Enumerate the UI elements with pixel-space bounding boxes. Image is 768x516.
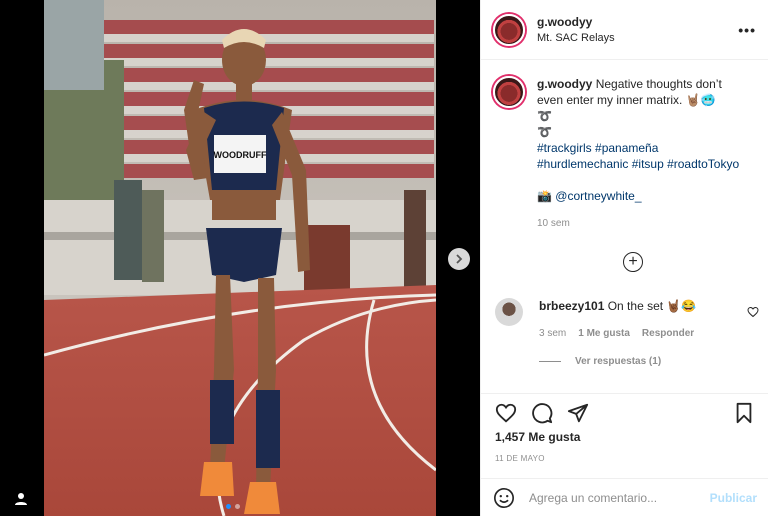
likes-count[interactable]: 1,457 Me gusta [495, 430, 580, 444]
caption-body: g.woodyy Negative thoughts don’t even en… [537, 76, 757, 232]
instagram-post-view: WOODRUFF g.woodyy Mt. SAC Relays ••• g.w… [0, 0, 768, 516]
heart-icon[interactable] [747, 306, 759, 318]
commenter-avatar[interactable] [495, 298, 523, 326]
post-panel: g.woodyy Mt. SAC Relays ••• g.woodyy Neg… [480, 0, 768, 516]
caption-hashtags[interactable]: #trackgirls #panameña [537, 140, 757, 156]
emoji-icon[interactable] [493, 487, 515, 509]
chevron-right-icon [456, 254, 463, 264]
post-location[interactable]: Mt. SAC Relays [537, 32, 738, 44]
comment-item: brbeezy101 On the set 🤘🏾😂 3 sem 1 Me gus… [495, 298, 759, 342]
comment-text: On the set 🤘🏾😂 [607, 299, 697, 313]
carousel-dots [226, 504, 240, 509]
caption-text-line2: even enter my inner matrix. 🤘🏽🥶 [537, 93, 716, 107]
author-username[interactable]: g.woodyy [537, 15, 738, 29]
post-header: g.woodyy Mt. SAC Relays ••• [481, 0, 768, 60]
comments-section: g.woodyy Negative thoughts don’t even en… [481, 60, 768, 394]
comment-time[interactable]: 3 sem [539, 326, 566, 342]
header-text: g.woodyy Mt. SAC Relays [537, 15, 738, 44]
post-date[interactable]: 11 DE MAYO [495, 454, 545, 463]
photo-illustration: WOODRUFF [44, 0, 436, 516]
heart-icon[interactable] [495, 402, 517, 424]
view-replies-label: Ver respuestas (1) [575, 356, 662, 367]
publish-button[interactable]: Publicar [710, 491, 757, 505]
user-icon[interactable] [14, 492, 28, 506]
comment-input[interactable] [529, 490, 710, 505]
comment-body: brbeezy101 On the set 🤘🏾😂 3 sem 1 Me gus… [539, 298, 759, 342]
caption-hashtags[interactable]: #hurdlemechanic #itsup #roadtoTokyo [537, 156, 757, 172]
caption-symbol: ➰ [537, 109, 552, 123]
left-gutter [0, 0, 44, 516]
replies-divider [539, 361, 561, 362]
caption-text-line1: Negative thoughts don’t [595, 77, 722, 91]
caption-symbol: ➰ [537, 125, 552, 139]
caption: g.woodyy Negative thoughts don’t even en… [493, 76, 757, 232]
load-more-comments-button[interactable]: + [623, 252, 643, 272]
comment-likes[interactable]: 1 Me gusta [578, 326, 630, 342]
view-replies-button[interactable]: Ver respuestas (1) [539, 356, 661, 367]
reply-button[interactable]: Responder [642, 326, 694, 342]
caption-avatar[interactable] [493, 76, 525, 108]
carousel-dot [235, 504, 240, 509]
bookmark-icon[interactable] [733, 402, 755, 424]
share-icon[interactable] [567, 402, 589, 424]
caption-time[interactable]: 10 sem [537, 216, 757, 232]
commenter-username[interactable]: brbeezy101 [539, 299, 604, 313]
comment-icon[interactable] [531, 402, 553, 424]
caption-credit[interactable]: 📸 @cortneywhite_ [537, 188, 757, 204]
add-comment-bar: Publicar [481, 478, 768, 516]
next-slide-button[interactable] [448, 248, 470, 270]
caption-username[interactable]: g.woodyy [537, 77, 592, 91]
post-photo[interactable]: WOODRUFF [44, 0, 436, 516]
bib-name: WOODRUFF [214, 150, 267, 160]
author-avatar[interactable] [493, 13, 525, 46]
carousel-dot [226, 504, 231, 509]
action-bar [481, 400, 768, 426]
comment-meta: 3 sem 1 Me gusta Responder [539, 326, 759, 342]
more-options-button[interactable]: ••• [738, 22, 756, 38]
